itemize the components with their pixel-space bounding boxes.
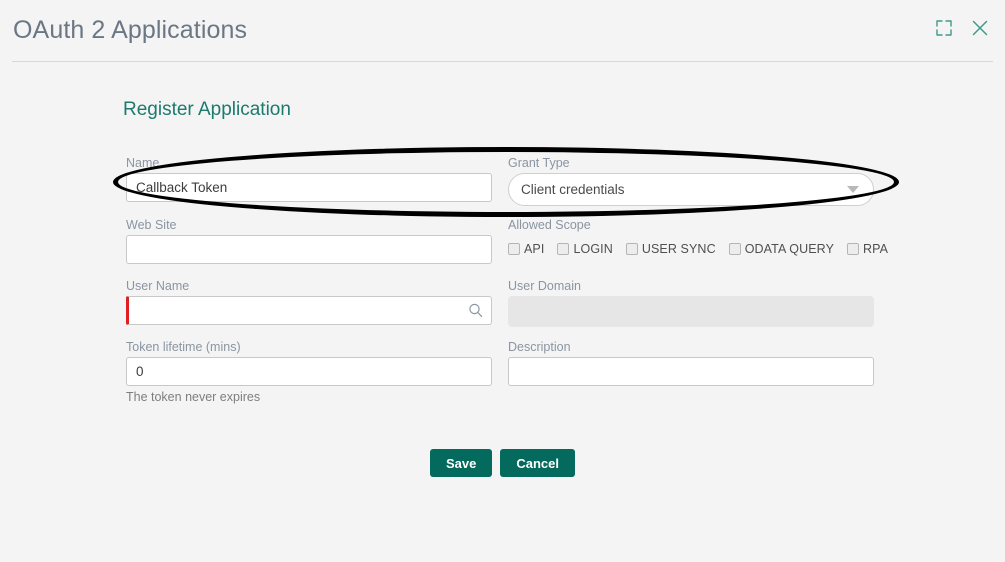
user-name-input-wrap — [126, 296, 492, 325]
scope-checkbox-api[interactable]: API — [508, 242, 544, 256]
token-lifetime-hint: The token never expires — [126, 390, 261, 404]
header-actions — [933, 17, 991, 39]
scope-checkbox-odata-query[interactable]: ODATA QUERY — [728, 242, 835, 256]
grant-type-select[interactable]: Client credentials — [508, 173, 874, 206]
close-icon[interactable] — [969, 17, 991, 39]
scope-label: ODATA QUERY — [744, 242, 835, 256]
register-application-form: Register Application Name Grant Type Cli… — [0, 62, 1005, 562]
checkbox-icon[interactable] — [557, 243, 570, 255]
checkbox-icon[interactable] — [508, 243, 520, 255]
field-user-domain-label: User Domain — [508, 279, 581, 293]
field-description-label: Description — [508, 340, 571, 354]
field-user-name-label: User Name — [126, 279, 190, 293]
field-name-label: Name — [126, 156, 160, 170]
field-allowed-scope-label: Allowed Scope — [508, 218, 591, 232]
scope-label: RPA — [863, 242, 889, 256]
scope-label: API — [524, 242, 545, 256]
field-web-site: Web Site — [126, 217, 492, 264]
scope-checkbox-login[interactable]: LOGIN — [557, 242, 613, 256]
field-allowed-scope: Allowed Scope API LOGIN USER SYNC ODATA … — [508, 217, 888, 256]
scope-checkbox-user-sync[interactable]: USER SYNC — [625, 242, 716, 256]
checkbox-icon[interactable] — [625, 243, 638, 255]
name-input[interactable] — [126, 173, 492, 202]
field-description: Description — [508, 339, 874, 386]
chevron-down-icon — [847, 186, 859, 193]
scope-checkbox-rpa[interactable]: RPA — [847, 242, 888, 256]
description-input[interactable] — [508, 357, 874, 386]
cancel-button[interactable]: Cancel — [500, 449, 575, 477]
user-domain-input — [508, 296, 874, 327]
checkbox-icon[interactable] — [847, 243, 860, 255]
field-web-site-label: Web Site — [126, 218, 177, 232]
section-title: Register Application — [123, 99, 291, 120]
window-header: OAuth 2 Applications — [0, 0, 1005, 62]
allowed-scope-checkbox-group: API LOGIN USER SYNC ODATA QUERY RPA — [508, 242, 888, 256]
field-user-domain: User Domain — [508, 278, 874, 327]
token-lifetime-input[interactable] — [126, 357, 492, 386]
scope-label: USER SYNC — [641, 242, 716, 256]
field-grant-type-label: Grant Type — [508, 156, 570, 170]
field-user-name: User Name — [126, 278, 492, 325]
field-grant-type: Grant Type Client credentials — [508, 155, 874, 206]
page-title: OAuth 2 Applications — [13, 16, 248, 44]
field-token-lifetime: Token lifetime (mins) The token never ex… — [126, 339, 492, 404]
checkbox-icon[interactable] — [728, 243, 741, 255]
field-token-lifetime-label: Token lifetime (mins) — [126, 340, 241, 354]
expand-icon[interactable] — [933, 17, 955, 39]
field-name: Name — [126, 155, 492, 202]
user-name-input[interactable] — [126, 296, 492, 325]
search-icon[interactable] — [467, 302, 484, 319]
scope-label: LOGIN — [573, 242, 613, 256]
grant-type-value: Client credentials — [521, 182, 625, 197]
save-button[interactable]: Save — [429, 449, 493, 477]
web-site-input[interactable] — [126, 235, 492, 264]
form-actions: Save Cancel — [0, 449, 1005, 477]
